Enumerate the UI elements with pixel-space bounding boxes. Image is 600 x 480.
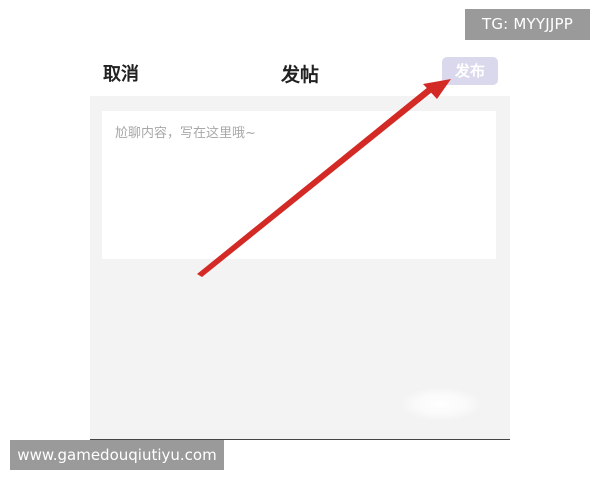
blurred-artifact bbox=[402, 388, 480, 420]
site-watermark: www.gamedouqiutiyu.com bbox=[10, 440, 224, 470]
top-bar: 取消 发帖 发布 bbox=[90, 44, 510, 96]
editor-background bbox=[90, 96, 510, 440]
tg-watermark: TG: MYYJJPP bbox=[465, 9, 590, 40]
publish-button[interactable]: 发布 bbox=[442, 57, 498, 85]
post-content-input[interactable] bbox=[102, 111, 496, 259]
post-editor-screen: 取消 发帖 发布 bbox=[90, 44, 510, 440]
